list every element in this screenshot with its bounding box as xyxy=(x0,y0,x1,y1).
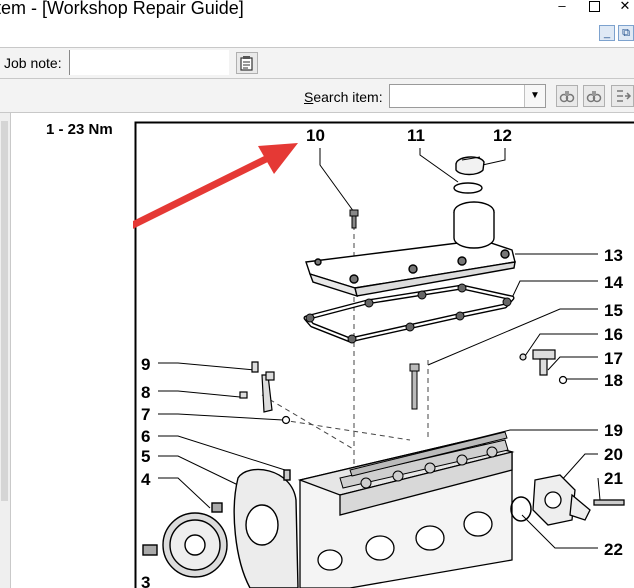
child-restore-button[interactable]: ⧉ xyxy=(618,25,634,41)
callout-14: 14 xyxy=(604,273,623,292)
callout-20: 20 xyxy=(604,445,623,464)
find-previous-button[interactable] xyxy=(556,85,578,107)
callout-22: 22 xyxy=(604,540,623,559)
callout-7: 7 xyxy=(141,405,150,424)
list-arrow-icon xyxy=(616,90,631,102)
notepad-icon xyxy=(240,56,253,71)
restore-icon: ⧉ xyxy=(622,27,630,39)
maximize-button[interactable] xyxy=(583,0,605,14)
callout-17: 17 xyxy=(604,349,623,368)
callout-4: 4 xyxy=(141,470,151,489)
callout-5: 5 xyxy=(141,447,150,466)
job-note-label: Job note: xyxy=(4,55,62,71)
search-input[interactable] xyxy=(390,85,530,107)
search-combobox[interactable]: ▼ xyxy=(389,84,546,108)
child-minimize-button[interactable]: _ xyxy=(599,25,615,41)
search-label-text: earch item: xyxy=(313,89,383,105)
job-note-field[interactable] xyxy=(69,50,229,75)
search-item-label: Search item: xyxy=(304,89,383,105)
engine-exploded-diagram: 10 11 12 13 14 15 16 17 18 19 20 21 22 9… xyxy=(133,121,634,588)
binoculars-right-icon xyxy=(586,91,602,103)
divider xyxy=(0,112,634,113)
minimize-button[interactable]: – xyxy=(551,0,573,14)
chevron-down-icon: ▼ xyxy=(530,90,540,101)
close-button[interactable]: ✕ xyxy=(614,0,634,14)
callout-16: 16 xyxy=(604,325,623,344)
search-dropdown-button[interactable]: ▼ xyxy=(524,85,545,107)
callout-21: 21 xyxy=(604,469,623,488)
scrollbar-thumb[interactable] xyxy=(1,121,8,501)
edit-note-button[interactable] xyxy=(236,52,258,74)
callout-15: 15 xyxy=(604,301,623,320)
callout-9: 9 xyxy=(141,355,150,374)
callout-18: 18 xyxy=(604,371,623,390)
callout-6: 6 xyxy=(141,427,150,446)
window-title: tem - [Workshop Repair Guide] xyxy=(0,0,244,18)
torque-spec: 1 - 23 Nm xyxy=(46,121,113,138)
callout-10: 10 xyxy=(306,126,325,145)
callout-11: 11 xyxy=(407,126,425,145)
title-bar: tem - [Workshop Repair Guide] – ✕ xyxy=(0,0,634,22)
callout-13: 13 xyxy=(604,246,623,265)
binoculars-left-icon xyxy=(559,91,575,103)
left-panel-scrollbar[interactable] xyxy=(0,113,11,588)
go-to-item-button[interactable] xyxy=(611,85,634,107)
callout-19: 19 xyxy=(604,421,623,440)
callout-8: 8 xyxy=(141,383,150,402)
close-icon: ✕ xyxy=(619,0,631,13)
find-next-button[interactable] xyxy=(583,85,605,107)
search-label-accesskey: S xyxy=(304,89,314,105)
maximize-icon xyxy=(588,1,600,12)
callout-12: 12 xyxy=(493,126,512,145)
callout-3: 3 xyxy=(141,573,150,588)
